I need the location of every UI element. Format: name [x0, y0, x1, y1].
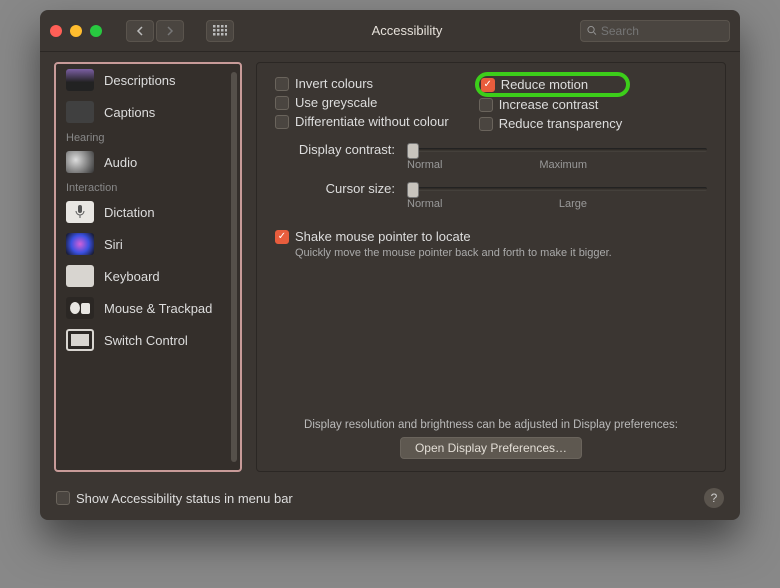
checkbox-differentiate-without-colour[interactable]: Differentiate without colour [275, 113, 449, 130]
checkbox-label: Reduce motion [501, 77, 588, 92]
slider-max-label: Maximum [539, 159, 587, 171]
contrast-label: Display contrast: [275, 142, 395, 157]
accessibility-window: Accessibility Descriptions Captions Hear… [40, 10, 740, 520]
sidebar-item-descriptions[interactable]: Descriptions [56, 64, 240, 96]
sidebar-item-captions[interactable]: Captions [56, 96, 240, 128]
captions-icon [66, 101, 94, 123]
back-button[interactable] [126, 20, 154, 42]
sidebar: Descriptions Captions Hearing Audio Inte… [54, 62, 242, 472]
sidebar-item-label: Audio [104, 155, 137, 170]
checkbox-icon [56, 491, 70, 505]
sidebar-scrollbar[interactable] [231, 72, 237, 462]
sidebar-item-siri[interactable]: Siri [56, 228, 240, 260]
zoom-icon[interactable] [90, 25, 102, 37]
checkbox-reduce-transparency[interactable]: Reduce transparency [479, 115, 623, 132]
checkbox-shake-pointer[interactable]: ✓ Shake mouse pointer to locate [275, 228, 707, 245]
search-input[interactable] [601, 24, 723, 38]
checkbox-icon: ✓ [481, 78, 495, 92]
checkbox-icon: ✓ [275, 230, 289, 244]
titlebar: Accessibility [40, 10, 740, 52]
checkbox-show-status-menubar[interactable]: Show Accessibility status in menu bar [56, 490, 293, 507]
sidebar-item-dictation[interactable]: Dictation [56, 196, 240, 228]
checkbox-label: Invert colours [295, 76, 373, 91]
sidebar-item-label: Mouse & Trackpad [104, 301, 212, 316]
sidebar-item-audio[interactable]: Audio [56, 146, 240, 178]
checkbox-reduce-motion[interactable]: ✓ Reduce motion [475, 72, 631, 97]
sidebar-item-label: Captions [104, 105, 155, 120]
search-icon [587, 25, 597, 36]
search-field[interactable] [580, 20, 730, 42]
window-title: Accessibility [242, 23, 572, 38]
shake-description: Quickly move the mouse pointer back and … [295, 247, 707, 259]
audio-icon [66, 151, 94, 173]
checkbox-label: Increase contrast [499, 97, 599, 112]
sidebar-item-label: Dictation [104, 205, 155, 220]
slider-thumb-icon [407, 143, 419, 159]
bottom-bar: Show Accessibility status in menu bar ? [40, 482, 740, 520]
window-controls [50, 25, 102, 37]
sidebar-item-keyboard[interactable]: Keyboard [56, 260, 240, 292]
sidebar-item-mouse[interactable]: Mouse & Trackpad [56, 292, 240, 324]
descriptions-icon [66, 69, 94, 91]
open-display-preferences-button[interactable]: Open Display Preferences… [400, 437, 582, 459]
checkbox-icon [275, 115, 289, 129]
checkbox-increase-contrast[interactable]: Increase contrast [479, 96, 623, 113]
help-button[interactable]: ? [704, 488, 724, 508]
dictation-icon [66, 201, 94, 223]
checkbox-icon [479, 117, 493, 131]
display-prefs-note: Display resolution and brightness can be… [275, 419, 707, 431]
sidebar-item-switch[interactable]: Switch Control [56, 324, 240, 356]
checkbox-use-greyscale[interactable]: Use greyscale [275, 94, 449, 111]
sidebar-item-label: Keyboard [104, 269, 160, 284]
mouse-icon [66, 297, 94, 319]
slider-thumb-icon [407, 182, 419, 198]
checkbox-label: Show Accessibility status in menu bar [76, 491, 293, 506]
checkbox-label: Differentiate without colour [295, 114, 449, 129]
show-all-button[interactable] [206, 20, 234, 42]
checkbox-label: Shake mouse pointer to locate [295, 229, 471, 244]
checkbox-icon [275, 96, 289, 110]
forward-button[interactable] [156, 20, 184, 42]
sidebar-item-label: Switch Control [104, 333, 188, 348]
checkbox-label: Use greyscale [295, 95, 377, 110]
nav-back-forward [126, 20, 184, 42]
slider-min-label: Normal [407, 159, 442, 171]
section-interaction: Interaction [56, 178, 240, 196]
close-icon[interactable] [50, 25, 62, 37]
minimize-icon[interactable] [70, 25, 82, 37]
cursor-size-slider[interactable] [407, 187, 707, 191]
checkbox-icon [479, 98, 493, 112]
cursor-label: Cursor size: [275, 181, 395, 196]
display-contrast-slider[interactable] [407, 148, 707, 152]
sidebar-item-label: Siri [104, 237, 123, 252]
slider-max-label: Large [559, 198, 587, 210]
main-panel: Invert colours Use greyscale Differentia… [256, 62, 726, 472]
section-hearing: Hearing [56, 128, 240, 146]
checkbox-label: Reduce transparency [499, 116, 623, 131]
slider-min-label: Normal [407, 198, 442, 210]
checkbox-invert-colours[interactable]: Invert colours [275, 75, 449, 92]
help-icon: ? [711, 491, 718, 505]
switch-control-icon [66, 329, 94, 351]
siri-icon [66, 233, 94, 255]
checkbox-icon [275, 77, 289, 91]
sidebar-item-label: Descriptions [104, 73, 176, 88]
keyboard-icon [66, 265, 94, 287]
